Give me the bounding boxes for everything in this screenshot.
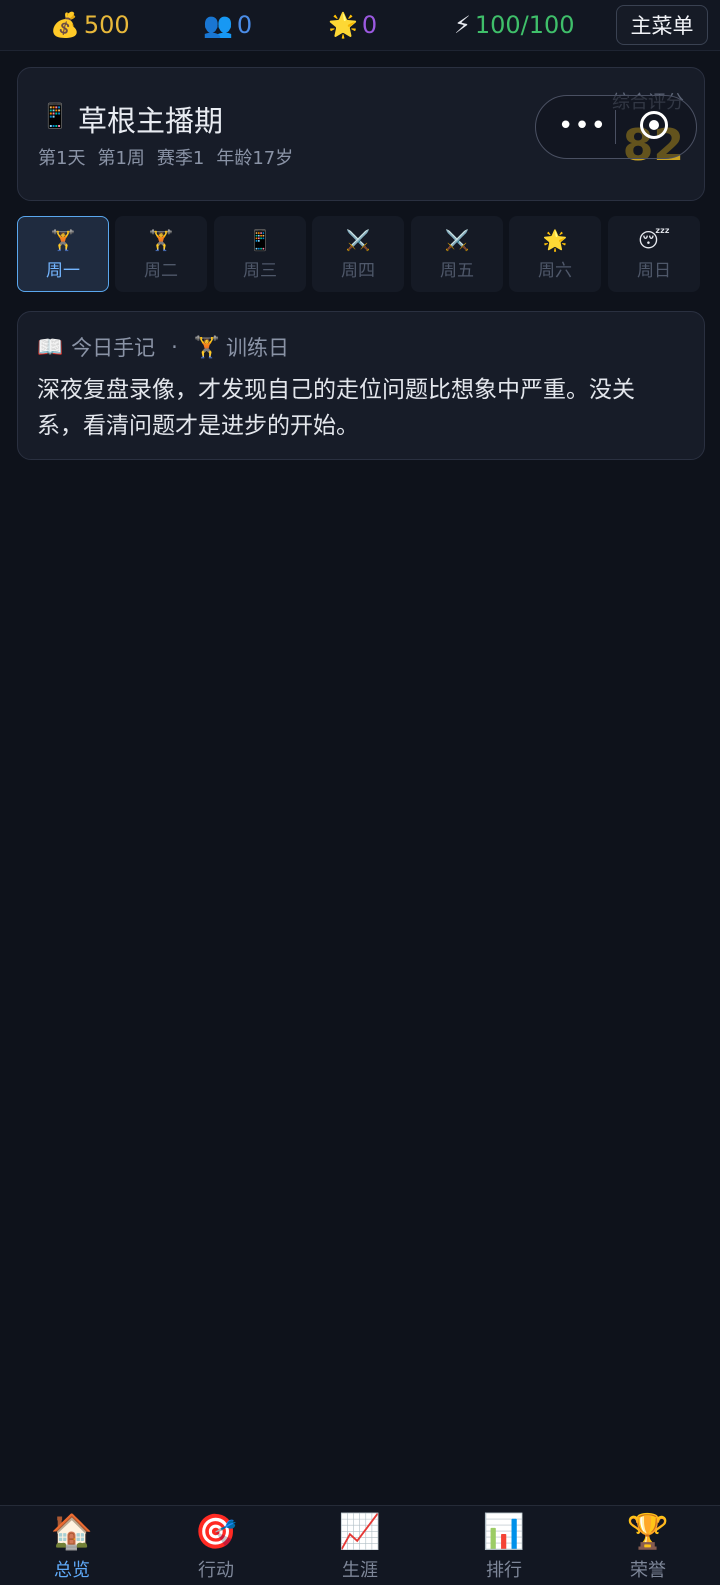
target-icon: 🎯 — [194, 1512, 238, 1552]
nav-label: 排行 — [486, 1560, 522, 1581]
day-tab-label: 周三 — [243, 260, 277, 281]
day-tab-label: 周二 — [144, 260, 178, 281]
day-tab-thu[interactable]: ⚔️ 周四 — [312, 216, 404, 292]
phase-meta: 第1天 第1周 赛季1 年龄17岁 — [38, 144, 293, 170]
main-menu-button[interactable]: 主菜单 — [616, 5, 708, 45]
lightning-icon: ⚡ — [454, 11, 471, 39]
day-tab-label: 周一 — [46, 260, 80, 281]
nav-label: 总览 — [54, 1560, 90, 1581]
chart-up-icon: 📈 — [338, 1512, 382, 1552]
weightlifter-icon: 🏋️ — [50, 227, 76, 252]
trophy-icon: 🏆 — [626, 1512, 670, 1552]
nav-overview[interactable]: 🏠 总览 — [0, 1506, 144, 1585]
daily-journal-card: 📖 今日手记 · 🏋️ 训练日 深夜复盘录像，才发现自己的走位问题比想象中严重。… — [17, 311, 705, 460]
nav-ranking[interactable]: 📊 排行 — [432, 1506, 576, 1585]
day-count: 第1天 — [38, 148, 86, 169]
top-stats-bar: 💰 500 👥 0 🌟 0 ⚡ 100/100 主菜单 — [0, 0, 720, 51]
journal-text: 深夜复盘录像，才发现自己的走位问题比想象中严重。没关系，看清问题才是进步的开始。 — [37, 377, 635, 439]
capsule-divider — [615, 110, 616, 144]
day-tab-sun[interactable]: 😴 周日 — [608, 216, 700, 292]
money-value: 500 — [83, 11, 130, 39]
day-tab-label: 周四 — [341, 260, 375, 281]
nav-label: 荣誉 — [630, 1560, 666, 1581]
fans-stat: 👥 0 — [203, 9, 252, 41]
nav-label: 生涯 — [342, 1560, 378, 1581]
fans-icon: 👥 — [203, 11, 233, 39]
day-tab-wed[interactable]: 📱 周三 — [214, 216, 306, 292]
nav-label: 行动 — [198, 1560, 234, 1581]
fans-value: 0 — [236, 11, 253, 39]
mini-program-capsule: ••• — [535, 95, 697, 159]
nav-career[interactable]: 📈 生涯 — [288, 1506, 432, 1585]
day-tab-tue[interactable]: 🏋️ 周二 — [115, 216, 207, 292]
day-tab-fri[interactable]: ⚔️ 周五 — [411, 216, 503, 292]
phone-icon: 📱 — [40, 102, 70, 130]
money-stat: 💰 500 — [50, 9, 130, 41]
age-label: 年龄17岁 — [216, 148, 294, 169]
journal-title: 今日手记 — [71, 336, 156, 360]
house-icon: 🏠 — [50, 1512, 94, 1552]
weightlifter-icon: 🏋️ — [148, 227, 174, 252]
day-tab-label: 周六 — [538, 260, 572, 281]
bar-chart-icon: 📊 — [482, 1512, 526, 1552]
week-count: 第1周 — [97, 148, 145, 169]
journal-header: 📖 今日手记 · 🏋️ 训练日 — [37, 332, 289, 362]
phone-icon: 📱 — [247, 227, 273, 252]
crossed-swords-icon: ⚔️ — [345, 227, 371, 252]
day-tab-mon[interactable]: 🏋️ 周一 — [17, 216, 109, 292]
energy-value: 100/100 — [474, 11, 575, 39]
phase-title: 草根主播期 — [78, 104, 224, 138]
nav-honor[interactable]: 🏆 荣誉 — [576, 1506, 720, 1585]
star-icon: 🌟 — [542, 227, 568, 252]
sleeping-face-icon: 😴 — [637, 227, 671, 252]
day-tab-label: 周五 — [440, 260, 474, 281]
close-target-icon[interactable] — [640, 111, 668, 139]
fame-value: 0 — [361, 11, 378, 39]
day-type-label: 训练日 — [226, 336, 289, 360]
crossed-swords-icon: ⚔️ — [444, 227, 470, 252]
bottom-navigation: 🏠 总览 🎯 行动 📈 生涯 📊 排行 🏆 荣誉 — [0, 1505, 720, 1585]
separator-dot: · — [171, 335, 178, 359]
day-tab-sat[interactable]: 🌟 周六 — [509, 216, 601, 292]
money-bag-icon: 💰 — [50, 11, 80, 39]
more-options-icon[interactable]: ••• — [558, 113, 607, 139]
star-icon: 🌟 — [328, 11, 358, 39]
book-icon: 📖 — [37, 334, 64, 359]
day-tab-label: 周日 — [637, 260, 671, 281]
weightlifter-icon: 🏋️ — [193, 334, 220, 359]
nav-action[interactable]: 🎯 行动 — [144, 1506, 288, 1585]
energy-stat: ⚡ 100/100 — [454, 9, 575, 41]
season-label: 赛季1 — [156, 148, 205, 169]
fame-stat: 🌟 0 — [328, 9, 377, 41]
